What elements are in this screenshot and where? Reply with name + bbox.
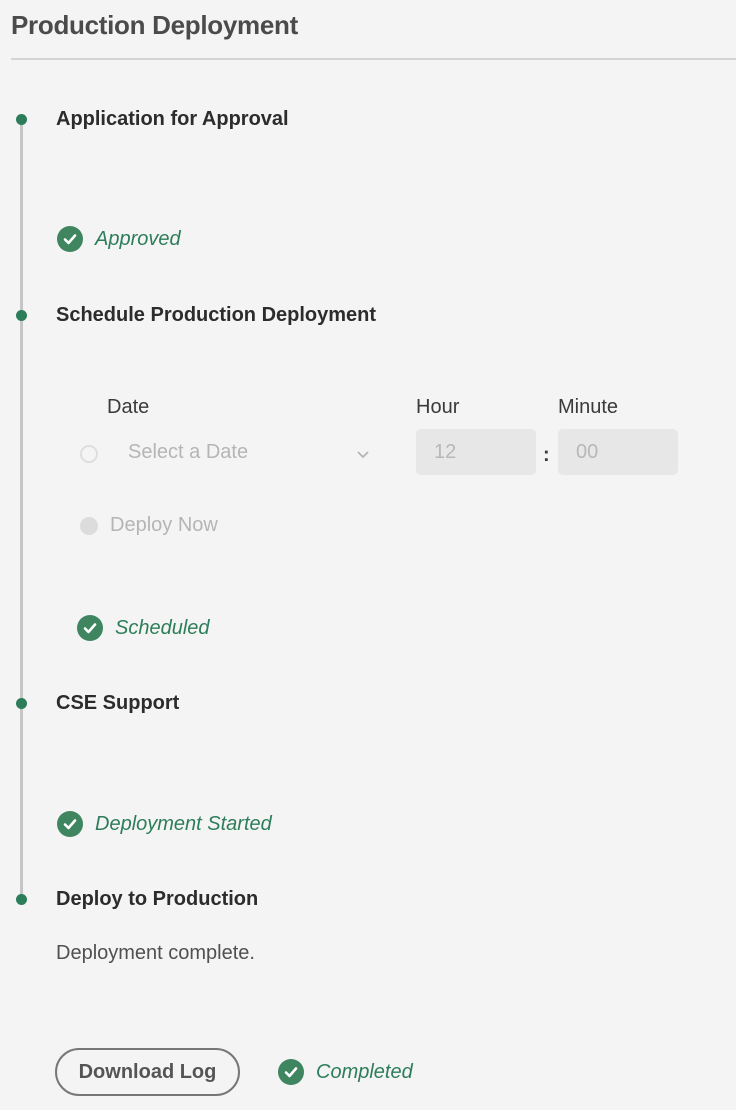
status-scheduled: Scheduled bbox=[77, 615, 210, 641]
check-circle-icon bbox=[278, 1059, 304, 1085]
page-title: Production Deployment bbox=[11, 10, 298, 40]
status-label: Completed bbox=[316, 1060, 413, 1083]
step-title-cse-support: CSE Support bbox=[56, 692, 180, 714]
timeline-dot bbox=[16, 114, 27, 125]
time-separator: : bbox=[543, 444, 550, 466]
status-label: Scheduled bbox=[115, 616, 210, 639]
step-title-schedule: Schedule Production Deployment bbox=[56, 304, 377, 326]
minute-label: Minute bbox=[558, 396, 619, 418]
timeline-dot bbox=[16, 894, 27, 905]
deploy-now-label: Deploy Now bbox=[110, 514, 218, 536]
check-circle-icon bbox=[57, 811, 83, 837]
hour-input[interactable]: 12 bbox=[416, 429, 536, 475]
status-approved: Approved bbox=[57, 226, 181, 252]
date-select-placeholder: Select a Date bbox=[128, 440, 249, 463]
deploy-now-radio[interactable] bbox=[80, 517, 98, 535]
step-title-deploy: Deploy to Production bbox=[56, 888, 259, 910]
step-title-approval: Application for Approval bbox=[56, 108, 289, 130]
hour-label: Hour bbox=[416, 396, 460, 418]
status-label: Approved bbox=[95, 227, 181, 250]
check-circle-icon bbox=[57, 226, 83, 252]
timeline-dot bbox=[16, 310, 27, 321]
timeline-connector bbox=[20, 316, 23, 704]
download-log-button[interactable]: Download Log bbox=[55, 1048, 240, 1096]
timeline-connector bbox=[20, 704, 23, 900]
title-divider bbox=[11, 58, 736, 60]
chevron-down-icon bbox=[356, 444, 370, 467]
date-label: Date bbox=[107, 396, 150, 418]
deployment-message: Deployment complete. bbox=[56, 942, 255, 964]
timeline-dot bbox=[16, 698, 27, 709]
timeline-connector bbox=[20, 120, 23, 316]
check-circle-icon bbox=[77, 615, 103, 641]
date-select[interactable]: Select a Date bbox=[112, 430, 378, 474]
minute-input[interactable]: 00 bbox=[558, 429, 678, 475]
status-label: Deployment Started bbox=[95, 812, 272, 835]
status-deployment-started: Deployment Started bbox=[57, 811, 272, 837]
production-deployment-panel: Production Deployment Application for Ap… bbox=[0, 0, 736, 1110]
status-completed: Completed bbox=[278, 1059, 413, 1085]
schedule-date-radio[interactable] bbox=[80, 445, 98, 463]
